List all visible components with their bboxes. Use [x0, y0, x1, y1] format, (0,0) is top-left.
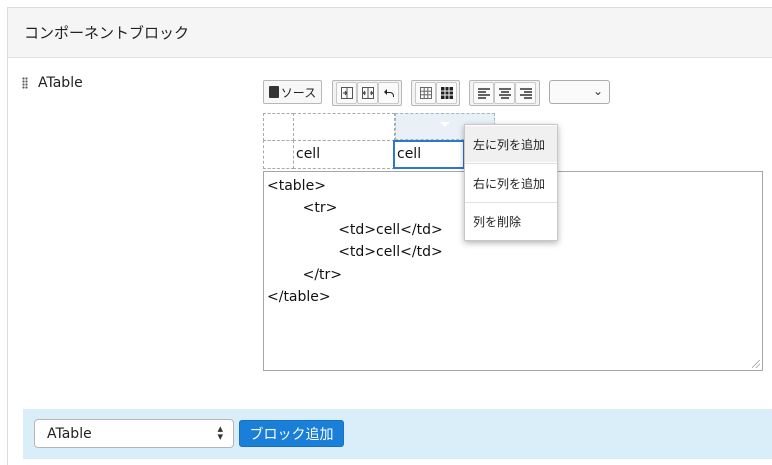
- drag-handle-icon[interactable]: [22, 77, 28, 89]
- table-corner-cell[interactable]: [263, 113, 294, 141]
- source-button[interactable]: ソース: [263, 80, 322, 104]
- align-right-icon[interactable]: [515, 82, 536, 104]
- split-cell-icon[interactable]: [357, 82, 378, 104]
- code-line: </tr>: [267, 267, 343, 283]
- block-name: ATable: [38, 75, 83, 91]
- chevron-down-icon: ⌄: [592, 84, 603, 98]
- panel-title: コンポーネントブロック: [24, 24, 190, 42]
- align-left-icon[interactable]: [473, 82, 494, 104]
- menu-item-add-column-left[interactable]: 左に列を追加: [465, 126, 557, 162]
- merge-group: [332, 80, 402, 106]
- source-icon: [268, 86, 279, 98]
- code-line: <tr>: [267, 200, 338, 216]
- column-context-menu: 左に列を追加 右に列を追加 列を削除: [464, 124, 558, 241]
- menu-item-add-column-right[interactable]: 右に列を追加: [465, 165, 557, 201]
- block-type-select[interactable]: ATable ▴ ▾: [34, 419, 234, 448]
- add-block-button[interactable]: ブロック追加: [239, 420, 344, 447]
- column-header-1[interactable]: [293, 113, 395, 141]
- block-type-select-value: ATable: [47, 426, 92, 442]
- table-outline-icon[interactable]: [415, 82, 436, 104]
- caret-down-icon: [440, 122, 450, 127]
- source-button-label: ソース: [280, 85, 317, 100]
- menu-item-label: 左に列を追加: [473, 137, 546, 152]
- table-filled-icon[interactable]: [436, 82, 457, 104]
- merge-right-icon[interactable]: [336, 82, 357, 104]
- code-line: <td>cell</td>: [267, 222, 443, 238]
- panel-header: コンポーネントブロック: [8, 8, 772, 58]
- add-block-button-label: ブロック追加: [249, 426, 334, 443]
- menu-item-label: 右に列を追加: [473, 176, 546, 191]
- menu-item-delete-column[interactable]: 列を削除: [465, 203, 557, 239]
- toolbar-select[interactable]: ⌄: [549, 80, 610, 104]
- table-cell-text: cell: [296, 146, 321, 162]
- align-center-icon[interactable]: [494, 82, 515, 104]
- table-cell-text: cell: [397, 146, 422, 162]
- resize-handle-icon[interactable]: [752, 360, 760, 368]
- updown-icon: ▴ ▾: [217, 422, 223, 443]
- undo-icon[interactable]: [378, 82, 399, 104]
- row-header-1[interactable]: [263, 140, 294, 169]
- code-line: <td>cell</td>: [267, 244, 443, 260]
- code-line: <table>: [267, 178, 326, 194]
- table-grid-group: [411, 80, 460, 106]
- menu-item-label: 列を削除: [473, 214, 522, 229]
- align-group: [469, 80, 540, 106]
- menu-divider: [465, 163, 557, 164]
- code-line: </table>: [267, 289, 331, 305]
